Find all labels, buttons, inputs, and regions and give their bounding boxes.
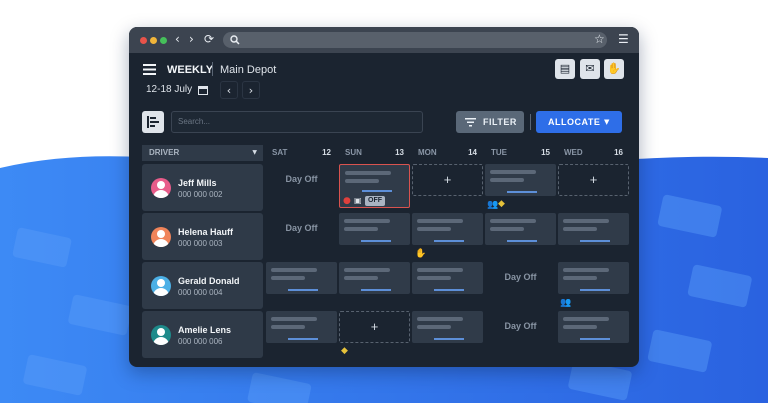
reload-icon[interactable]: ⟳ — [204, 32, 214, 46]
hamburger-icon[interactable] — [143, 64, 156, 75]
align-left-icon — [147, 116, 159, 128]
driver-row[interactable]: Jeff Mills 000 000 002 — [142, 164, 263, 211]
url-bar[interactable] — [223, 32, 607, 48]
day-off-label: Day Off — [285, 174, 318, 184]
driver-phone: 000 000 002 — [178, 190, 223, 199]
add-shift-button[interactable]: + — [558, 164, 629, 196]
caret-down-icon: ▼ — [252, 149, 257, 156]
tag-icon: ◆ — [498, 199, 505, 209]
driver-phone: 000 000 003 — [178, 239, 223, 248]
toolbar: Search... FILTER ALLOCATE ▼ — [129, 111, 639, 137]
location-label: Main Depot — [220, 64, 277, 76]
filter-icon — [465, 118, 476, 127]
day-header-wed: WED 16 — [564, 148, 623, 157]
date-range-text: 12-18 July — [146, 84, 193, 95]
prev-week-button[interactable]: ‹ — [220, 81, 238, 99]
view-label: WEEKLY — [167, 64, 214, 76]
allocate-label: ALLOCATE — [548, 117, 601, 127]
chevron-left-icon[interactable]: ‹ — [175, 32, 180, 46]
shift-block[interactable] — [266, 311, 337, 343]
star-icon[interactable]: ☆ — [594, 32, 605, 46]
sidebar-toggle-button[interactable] — [142, 111, 164, 133]
day-header-sat: SAT 12 — [272, 148, 331, 157]
people-icon: 👥 — [487, 200, 499, 210]
shift-block[interactable] — [339, 262, 410, 294]
avatar — [151, 227, 171, 247]
shift-block[interactable] — [412, 311, 483, 343]
warning-icon: ● — [343, 196, 351, 206]
shift-block[interactable] — [412, 213, 483, 245]
driver-name: Gerald Donald — [178, 276, 240, 286]
next-week-button[interactable]: › — [242, 81, 260, 99]
shift-block[interactable] — [558, 311, 629, 343]
driver-name: Amelie Lens — [178, 325, 232, 335]
hamburger-icon[interactable]: ☰ — [618, 32, 629, 46]
shift-block[interactable] — [558, 213, 629, 245]
avatar — [151, 178, 171, 198]
document-icon[interactable]: ▤ — [555, 59, 575, 79]
filter-button[interactable]: FILTER — [456, 111, 524, 133]
search-placeholder: Search... — [178, 117, 211, 126]
shift-block[interactable] — [412, 262, 483, 294]
close-dot[interactable] — [140, 37, 147, 44]
minimize-dot[interactable] — [150, 37, 157, 44]
mail-icon[interactable]: ✉ — [580, 59, 600, 79]
shift-block[interactable] — [339, 213, 410, 245]
day-off-label: Day Off — [285, 223, 318, 233]
hand-icon[interactable]: ✋ — [604, 59, 624, 79]
driver-name: Helena Hauff — [178, 227, 234, 237]
driver-header-label: DRIVER — [149, 148, 180, 157]
day-header-mon: MON 14 — [418, 148, 477, 157]
shift-block[interactable] — [558, 262, 629, 294]
avatar — [151, 276, 171, 296]
chevron-left-icon: ‹ — [226, 84, 232, 97]
driver-column-header[interactable]: DRIVER ▼ — [142, 145, 263, 161]
day-off-label: Day Off — [504, 272, 537, 282]
off-badge: OFF — [365, 196, 385, 206]
driver-row[interactable]: Amelie Lens 000 000 006 — [142, 311, 263, 358]
calendar-icon[interactable] — [198, 85, 208, 95]
shift-block[interactable] — [485, 213, 556, 245]
caret-down-icon: ▼ — [604, 118, 610, 126]
chevron-right-icon[interactable]: › — [189, 32, 194, 46]
avatar — [151, 325, 171, 345]
chevron-right-icon: › — [248, 84, 254, 97]
add-shift-button[interactable]: + — [339, 311, 410, 343]
shift-block[interactable] — [266, 262, 337, 294]
maximize-dot[interactable] — [160, 37, 167, 44]
people-icon: 👥 — [560, 298, 572, 308]
browser-toolbar: ‹ › ⟳ ☆ ☰ — [129, 27, 639, 53]
search-icon — [230, 35, 240, 45]
date-range-picker[interactable]: 12-18 July — [146, 81, 192, 99]
search-input[interactable]: Search... — [171, 111, 423, 133]
driver-row[interactable]: Gerald Donald 000 000 004 — [142, 262, 263, 309]
driver-phone: 000 000 006 — [178, 337, 223, 346]
day-header-sun: SUN 13 — [345, 148, 404, 157]
hand-icon: ✋ — [415, 249, 427, 259]
app-window: ‹ › ⟳ ☆ ☰ WEEKLY Main Depot ▤ ✉ ✋ 12-18 … — [129, 27, 639, 367]
filter-label: FILTER — [483, 117, 517, 127]
shift-block-warning[interactable]: ● ▣ OFF — [339, 164, 410, 208]
calendar-off-icon: ▣ — [354, 196, 362, 205]
driver-row[interactable]: Helena Hauff 000 000 003 — [142, 213, 263, 260]
schedule-grid: DRIVER ▼ SAT 12 SUN 13 MON 14 TUE 15 WED 16 J… — [129, 145, 639, 367]
tag-icon: ◆ — [341, 346, 348, 356]
allocate-button[interactable]: ALLOCATE ▼ — [536, 111, 622, 133]
driver-phone: 000 000 004 — [178, 288, 223, 297]
shift-block[interactable] — [485, 164, 556, 196]
day-header-tue: TUE 15 — [491, 148, 550, 157]
driver-name: Jeff Mills — [178, 178, 217, 188]
day-off-label: Day Off — [504, 321, 537, 331]
add-shift-button[interactable]: + — [412, 164, 483, 196]
